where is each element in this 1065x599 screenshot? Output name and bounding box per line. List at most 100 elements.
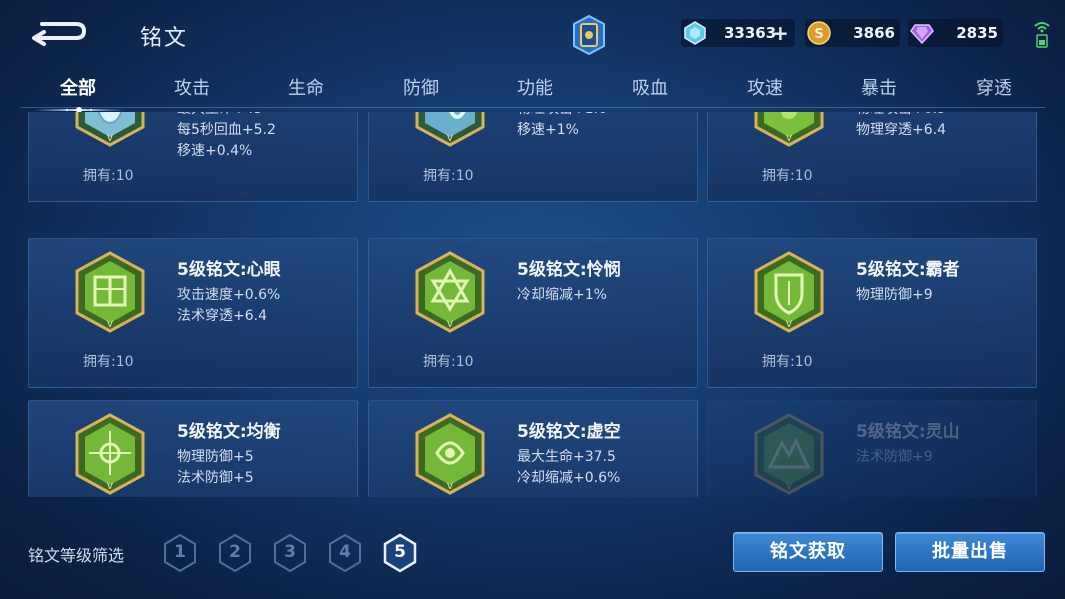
level-filter-2[interactable]: 2 [217,533,253,573]
svg-text:V: V [786,482,793,492]
category-tabs: 全部 攻击 生命 防御 功能 吸血 攻速 暴击 穿透 [20,70,1045,113]
tab-divider [20,107,1045,108]
add-crystal-button[interactable]: + [772,21,789,45]
green-star-emblem-icon: V [413,251,487,333]
inscription-name: 5级铭文:霸者 [856,260,960,280]
svg-text:S: S [814,27,823,42]
inscription-card[interactable]: V 5级铭文:虚空 最大生命+37.5 冷却缩减+0.6% [368,400,698,497]
inscription-name: 5级铭文:均衡 [177,422,281,442]
owned-count: 拥有:10 [83,354,134,370]
tab-penetration[interactable]: 穿透 [976,74,1012,100]
inscription-name: 5级铭文:灵山 [856,422,960,442]
tab-lifesteal[interactable]: 吸血 [632,74,668,100]
stat-line: 法术穿透+6.4 [177,308,267,324]
green-clover-emblem-icon: V [752,112,826,147]
level-filter-1[interactable]: 1 [162,533,198,573]
level-filter-4[interactable]: 4 [327,533,363,573]
stat-line: 移速+1% [517,122,579,138]
tab-attack-speed[interactable]: 攻速 [747,74,783,100]
stat-line: 法术防御+5 [177,470,254,486]
bulk-sell-button[interactable]: 批量出售 [895,532,1045,572]
inscription-card[interactable]: V 5级铭文:灵山 法术防御+9 [707,400,1037,497]
svg-text:V: V [447,482,454,492]
level-filter-3[interactable]: 3 [272,533,308,573]
inscription-card[interactable]: V 5级铭文:均衡 物理防御+5 法术防御+5 [28,400,358,497]
inscription-stats: 攻击速度+0.6% 法术穿透+6.4 [177,285,280,327]
tab-critical[interactable]: 暴击 [861,74,897,100]
blue-wave-emblem-icon: V [413,112,487,147]
tab-attack[interactable]: 攻击 [174,74,210,100]
diamond-crystal-icon [683,21,707,45]
gold-amount: 3866 [853,24,895,42]
inscription-card[interactable]: V 5级铭文:心眼 攻击速度+0.6% 法术穿透+6.4 拥有:10 [28,238,358,388]
tab-defense[interactable]: 防御 [403,74,439,100]
owned-count: 拥有:10 [423,168,474,184]
level-number: 4 [339,542,351,562]
svg-text:V: V [447,320,454,330]
inscription-card[interactable]: V 5级铭文:霸者 物理防御+9 拥有:10 [707,238,1037,388]
stat-line: 物理攻击+0.9 [856,112,946,120]
gem-amount: 2835 [956,24,998,42]
level-filter-5[interactable]: 5 [382,533,418,573]
active-tab-indicator [34,100,124,113]
blue-droplet-emblem-icon: V [73,112,147,147]
inscription-card[interactable]: V 物理攻击+1.6 移速+1% 拥有:10 [368,112,698,202]
tab-health[interactable]: 生命 [288,74,324,100]
inscription-stats: 物理攻击+0.9 物理穿透+6.4 [856,112,946,141]
svg-text:V: V [107,482,114,492]
inscription-stats: 最大生命+45 每5秒回血+5.2 移速+0.4% [177,112,276,162]
back-arrow-icon[interactable] [30,16,90,46]
inscription-card[interactable]: V 5级铭文:怜悯 冷却缩减+1% 拥有:10 [368,238,698,388]
stat-line: 物理穿透+6.4 [856,122,946,138]
crystal-currency: 33363 + [681,19,795,47]
stat-line: 法术防御+9 [856,449,933,465]
inscription-book-icon[interactable] [570,14,608,56]
level-number: 3 [284,542,296,562]
green-void-emblem-icon: V [413,413,487,495]
stat-line: 冷却缩减+0.6% [517,470,621,486]
svg-text:V: V [447,134,454,144]
inscription-card[interactable]: V 最大生命+45 每5秒回血+5.2 移速+0.4% 拥有:10 [28,112,358,202]
stat-line: 每5秒回血+5.2 [177,122,276,138]
svg-text:V: V [786,134,793,144]
stat-line: 最大生命+45 [177,112,276,120]
stat-line: 移速+0.4% [177,143,253,159]
svg-text:V: V [786,320,793,330]
page-title: 铭文 [140,26,189,51]
stat-line: 攻击速度+0.6% [177,287,281,303]
owned-count: 拥有:10 [762,168,813,184]
green-balance-emblem-icon: V [73,413,147,495]
crystal-amount: 33363 [724,24,777,42]
inscription-stats: 物理防御+5 法术防御+5 [177,447,254,489]
owned-count: 拥有:10 [423,354,474,370]
stat-line: 物理攻击+1.6 [517,112,607,120]
tab-utility[interactable]: 功能 [517,74,553,100]
stat-line: 冷却缩减+1% [517,287,607,303]
stat-line: 物理防御+9 [856,287,933,303]
level-number: 5 [394,542,406,562]
level-number: 2 [229,542,241,562]
owned-count: 拥有:10 [83,168,134,184]
tab-all[interactable]: 全部 [60,74,96,100]
green-gate-emblem-icon: V [73,251,147,333]
inscription-name: 5级铭文:虚空 [517,422,621,442]
level-filter-label: 铭文等级筛选 [28,546,125,565]
inscription-stats: 物理攻击+1.6 移速+1% [517,112,607,141]
inscription-stats: 最大生命+37.5 冷却缩减+0.6% [517,447,620,489]
acquire-inscription-button[interactable]: 铭文获取 [733,532,883,572]
stat-line: 最大生命+37.5 [517,449,616,465]
signal-battery-icon [1033,18,1051,48]
green-shield-emblem-icon: V [752,251,826,333]
inscription-stats: 冷却缩减+1% [517,285,607,306]
inscription-stats: 法术防御+9 [856,447,933,468]
gold-currency: S 3866 [805,19,900,47]
inscription-grid: V 最大生命+45 每5秒回血+5.2 移速+0.4% 拥有:10 V 物理攻击… [28,112,1038,497]
top-bar: 铭文 33363 + S 3866 2835 [0,0,1065,64]
level-number: 1 [174,542,186,562]
gold-coin-icon: S [807,21,831,45]
inscription-name: 5级铭文:怜悯 [517,260,621,280]
inscription-card[interactable]: V 物理攻击+0.9 物理穿透+6.4 拥有:10 [707,112,1037,202]
gem-currency: 2835 [908,19,1003,47]
svg-text:V: V [107,320,114,330]
svg-text:V: V [107,134,114,144]
